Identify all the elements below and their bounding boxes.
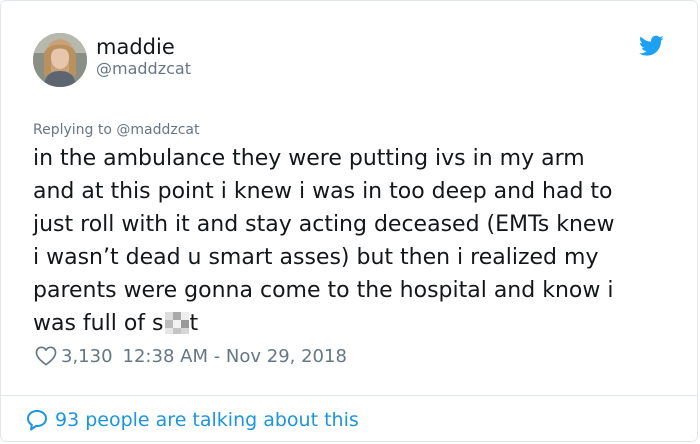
- tweet-line-last-before: was full of s: [33, 311, 164, 336]
- tweet-line: in the ambulance they were putting ivs i…: [33, 146, 585, 171]
- replying-to-prefix: Replying to: [33, 122, 117, 138]
- replying-to-mention[interactable]: @maddzcat: [116, 122, 199, 138]
- like-count[interactable]: 3,130: [61, 346, 113, 367]
- tweet-line-last-after: t: [189, 311, 199, 336]
- tweet-line-last: was full of s t: [33, 307, 683, 340]
- tweet-header: maddie @maddzcat: [33, 33, 669, 93]
- avatar[interactable]: [33, 33, 87, 87]
- tweet-timestamp[interactable]: 12:38 AM - Nov 29, 2018: [123, 346, 347, 367]
- avatar-image: [33, 33, 87, 87]
- heart-outline-icon[interactable]: [35, 346, 57, 366]
- user-handle[interactable]: @maddzcat: [96, 59, 191, 79]
- twitter-bird-icon[interactable]: [639, 35, 664, 57]
- tweet-line: and at this point i knew i was in too de…: [33, 179, 613, 204]
- tweet-meta: 3,130 12:38 AM - Nov 29, 2018: [35, 344, 347, 370]
- tweet-line: i wasn’t dead u smart asses) but then i …: [33, 245, 599, 270]
- conversation-label[interactable]: 93 people are talking about this: [55, 409, 359, 431]
- speech-bubble-icon: [27, 410, 47, 431]
- conversation-link[interactable]: 93 people are talking about this: [25, 405, 359, 435]
- replying-to: Replying to @maddzcat: [33, 121, 200, 139]
- tweet-line: just roll with it and stay acting deceas…: [33, 212, 615, 237]
- censor-pixelation: [164, 312, 189, 334]
- tweet-line: parents were gonna come to the hospital …: [33, 278, 614, 303]
- tweet-card[interactable]: maddie @maddzcat Replying to @maddzcat i…: [0, 0, 698, 442]
- tweet-text: in the ambulance they were putting ivs i…: [33, 142, 683, 340]
- divider: [1, 395, 697, 396]
- display-name[interactable]: maddie: [96, 34, 175, 60]
